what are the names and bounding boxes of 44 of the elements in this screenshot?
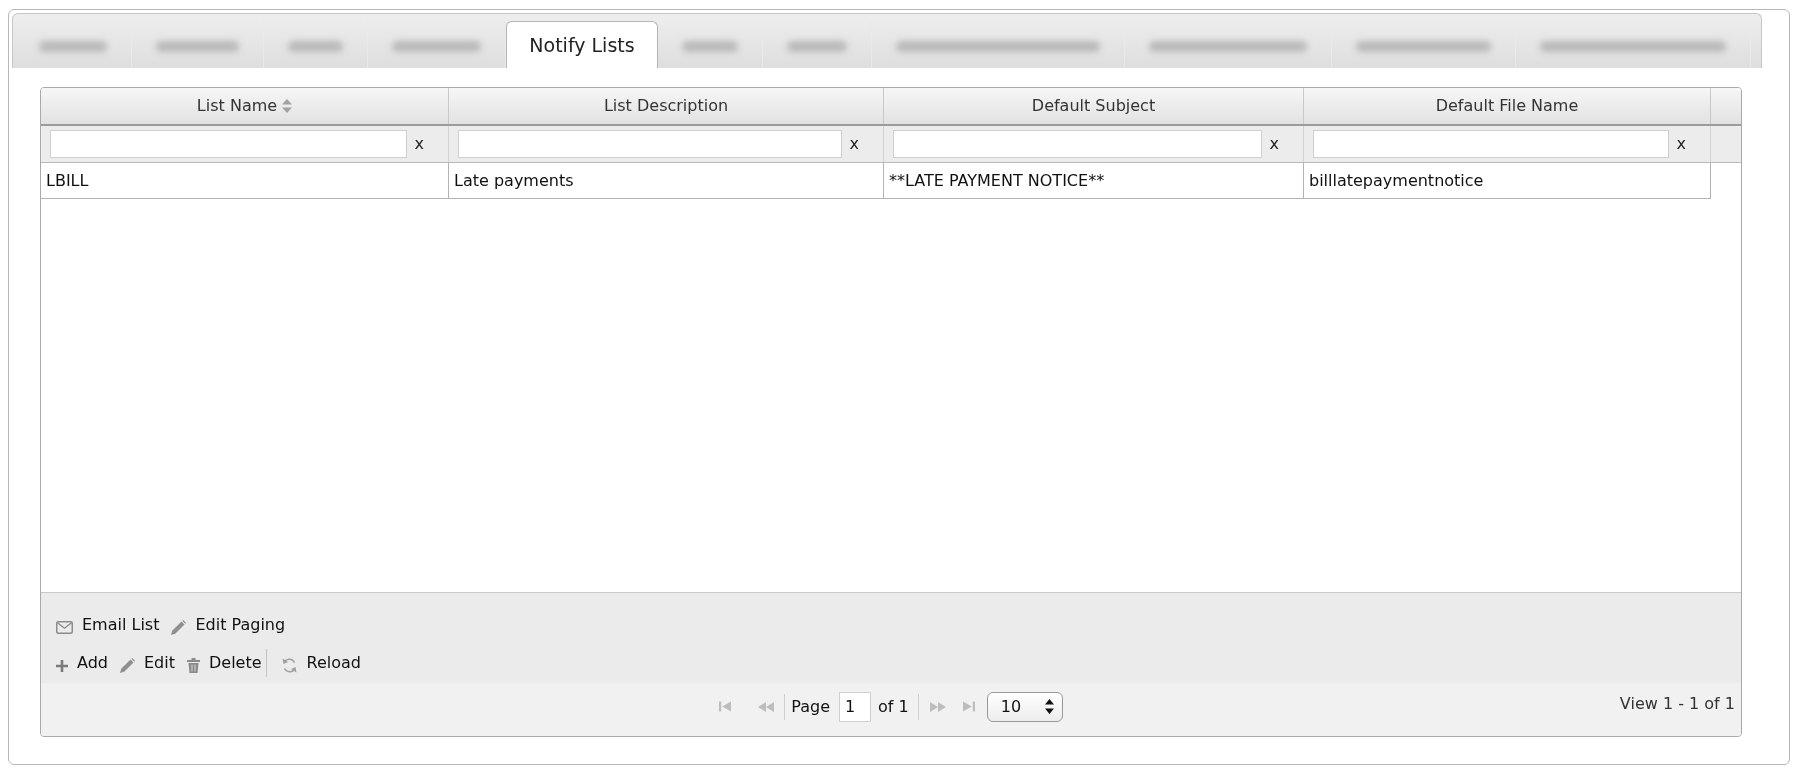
circular-arrows-icon [280,657,298,674]
plus-icon [56,659,68,672]
sort-icon[interactable] [282,99,293,113]
clear-filter-link[interactable]: x [414,136,424,152]
filter-field[interactable] [50,130,407,158]
toolbar-button[interactable]: Edit Paging [171,613,286,637]
toolbar-button[interactable]: Edit [120,651,175,675]
column-header[interactable]: List Name [41,88,449,124]
blurred-label [787,41,847,52]
clear-filter-link[interactable]: x [1269,136,1279,152]
envelope-icon [56,621,73,634]
toolbar-button[interactable]: Reload [280,651,361,675]
clear-filter-link[interactable]: x [1676,136,1686,152]
pencil-icon [171,619,187,635]
page-total-label: of 1 [878,695,909,718]
table-cell: billlatepaymentnotice [1304,163,1711,199]
table-cell: Late payments [449,163,884,199]
toolbar-button[interactable]: Email List [56,613,160,637]
blurred-label [682,41,738,52]
column-header[interactable]: Default Subject [884,88,1304,124]
filter-field[interactable] [893,130,1262,158]
up-down-arrows-icon [1044,699,1054,714]
column-header-label: List Name [196,95,278,117]
blurred-label [39,41,107,52]
table-cell: **LATE PAYMENT NOTICE** [884,163,1304,199]
filter-field[interactable] [1313,130,1669,158]
page-size-select[interactable]: 10 [986,691,1063,722]
toolbar-button[interactable]: Delete [186,651,262,675]
table-cell: LBILL [41,163,449,199]
column-header-label: Default Subject [1031,95,1156,117]
column-header-label: List Description [603,95,729,117]
column-header-label: Default File Name [1435,95,1579,117]
page-label: Page [791,695,830,718]
view-info: View 1 - 1 of 1 [1619,692,1736,715]
toolbar-button[interactable]: Add [56,651,108,675]
blurred-label [288,41,343,52]
tab[interactable]: Notify Lists [506,21,658,68]
column-header[interactable]: Default File Name [1304,88,1711,124]
page-number-field[interactable]: 1 [839,691,871,722]
pencil-icon [120,657,135,673]
column-header[interactable]: List Description [449,88,884,124]
clear-filter-link[interactable]: x [849,136,859,152]
trash-icon [186,658,200,673]
filter-field[interactable] [458,130,842,158]
